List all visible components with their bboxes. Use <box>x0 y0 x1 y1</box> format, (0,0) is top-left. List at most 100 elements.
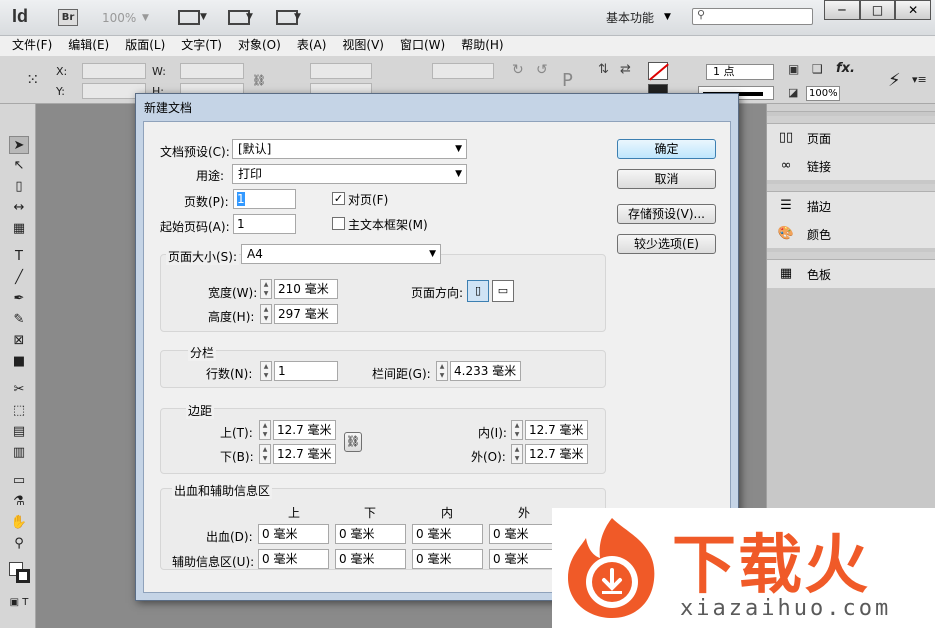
scale-x-field[interactable] <box>310 63 372 79</box>
opacity-field[interactable]: 100% <box>806 86 840 101</box>
columns-count-stepper[interactable]: ▲ ▼ <box>260 361 272 381</box>
rectangle-frame-tool-icon[interactable]: ⊠ <box>9 332 29 350</box>
panel-grip[interactable] <box>767 116 935 124</box>
slug-inside-input[interactable]: 0 毫米 <box>412 549 483 569</box>
landscape-orientation-icon[interactable]: ▭ <box>492 280 514 302</box>
fill-stroke-swatches-icon[interactable] <box>9 562 31 584</box>
master-text-frame-checkbox[interactable] <box>332 217 345 230</box>
reference-point-icon[interactable]: ⁙ <box>26 70 39 89</box>
menu-window[interactable]: 窗口(W) <box>392 36 453 56</box>
panel-menu-icon[interactable]: ▾≡ <box>912 73 927 86</box>
lightning-icon[interactable]: ⚡ <box>888 70 901 91</box>
effects-icon[interactable]: ▣ <box>788 62 799 76</box>
margin-inside-stepper[interactable]: ▲ ▼ <box>511 420 523 440</box>
paragraph-icon[interactable]: P <box>562 70 573 91</box>
flip-icon[interactable]: ⇅ <box>598 62 609 77</box>
direct-selection-tool-icon[interactable]: ↖ <box>9 157 29 175</box>
portrait-orientation-icon[interactable]: ▯ <box>467 280 489 302</box>
page-size-select[interactable]: A4 ▼ <box>241 244 441 264</box>
margin-top-input[interactable]: 12.7 毫米 <box>273 420 336 440</box>
panel-grip[interactable] <box>767 184 935 192</box>
panel-swatches[interactable]: ▦ 色板 <box>767 260 935 288</box>
link-margins-icon[interactable]: ⛓ <box>344 432 362 452</box>
slug-outside-input[interactable]: 0 毫米 <box>489 549 560 569</box>
rotate-ccw-icon[interactable]: ↺ <box>536 62 548 78</box>
height-input[interactable]: 297 毫米 <box>274 304 338 324</box>
margin-outside-input[interactable]: 12.7 毫米 <box>525 444 588 464</box>
fx-icon[interactable]: fx. <box>836 61 855 76</box>
menu-edit[interactable]: 编辑(E) <box>60 36 117 56</box>
bleed-top-input[interactable]: 0 毫米 <box>258 524 329 544</box>
gutter-input[interactable]: 4.233 毫米 <box>450 361 521 381</box>
bridge-button[interactable]: Br <box>58 9 78 26</box>
zoom-tool-icon[interactable]: ⚲ <box>9 535 29 553</box>
menu-view[interactable]: 视图(V) <box>334 36 392 56</box>
width-stepper[interactable]: ▲ ▼ <box>260 279 272 299</box>
zoom-level[interactable]: 100% <box>102 11 136 25</box>
chevron-down-icon[interactable]: ▼ <box>294 12 301 22</box>
constrain-icon[interactable]: ⛓ <box>252 74 266 87</box>
panel-dock-header[interactable] <box>767 104 935 112</box>
margin-inside-input[interactable]: 12.7 毫米 <box>525 420 588 440</box>
type-tool-icon[interactable]: T <box>9 248 29 266</box>
preset-select[interactable]: [默认] ▼ <box>232 139 467 159</box>
workspace-switcher[interactable]: 基本功能 <box>606 9 654 26</box>
menu-layout[interactable]: 版面(L) <box>117 36 173 56</box>
facing-pages-checkbox[interactable]: ✓ <box>332 192 345 205</box>
chevron-down-icon[interactable]: ▼ <box>246 12 253 22</box>
panel-links[interactable]: ∞ 链接 <box>767 152 935 180</box>
maximize-button[interactable]: □ <box>859 0 896 20</box>
content-collector-icon[interactable]: ▦ <box>9 220 29 238</box>
formatting-affects-container-icon[interactable]: ▣ T <box>9 594 29 612</box>
rectangle-tool-icon[interactable]: ■ <box>9 353 29 371</box>
menu-type[interactable]: 文字(T) <box>173 36 230 56</box>
hand-tool-icon[interactable]: ✋ <box>9 514 29 532</box>
pen-tool-icon[interactable]: ✒ <box>9 290 29 308</box>
menu-table[interactable]: 表(A) <box>289 36 335 56</box>
page-tool-icon[interactable]: ▯ <box>9 178 29 196</box>
minimize-button[interactable]: ─ <box>824 0 860 20</box>
close-button[interactable]: ✕ <box>895 0 932 20</box>
slug-bottom-input[interactable]: 0 毫米 <box>335 549 406 569</box>
rotate-field[interactable] <box>432 63 494 79</box>
chevron-down-icon[interactable]: ▼ <box>142 13 149 23</box>
pages-input[interactable]: 1 <box>233 189 296 209</box>
slug-top-input[interactable]: 0 毫米 <box>258 549 329 569</box>
stroke-weight-field[interactable]: 1 点 <box>706 64 774 80</box>
select-container-icon[interactable]: ⇄ <box>620 62 631 77</box>
start-page-input[interactable]: 1 <box>233 214 296 234</box>
cancel-button[interactable]: 取消 <box>617 169 716 189</box>
menu-help[interactable]: 帮助(H) <box>453 36 511 56</box>
panel-grip[interactable] <box>767 252 935 260</box>
panel-color[interactable]: 🎨 颜色 <box>767 220 935 248</box>
chevron-down-icon[interactable]: ▼ <box>200 12 207 22</box>
gutter-stepper[interactable]: ▲ ▼ <box>436 361 448 381</box>
panel-stroke[interactable]: ☰ 描边 <box>767 192 935 220</box>
fewer-options-button[interactable]: 较少选项(E) <box>617 234 716 254</box>
margin-top-stepper[interactable]: ▲ ▼ <box>259 420 271 440</box>
bleed-inside-input[interactable]: 0 毫米 <box>412 524 483 544</box>
selection-tool-icon[interactable]: ➤ <box>9 136 29 154</box>
gradient-feather-tool-icon[interactable]: ▥ <box>9 444 29 462</box>
save-preset-button[interactable]: 存储预设(V)... <box>617 204 716 224</box>
margin-bottom-stepper[interactable]: ▲ ▼ <box>259 444 271 464</box>
x-field[interactable] <box>82 63 146 79</box>
rotate-cw-icon[interactable]: ↻ <box>512 62 524 78</box>
search-input[interactable]: ⚲ <box>692 8 813 25</box>
columns-count-input[interactable]: 1 <box>274 361 338 381</box>
gradient-swatch-tool-icon[interactable]: ▤ <box>9 423 29 441</box>
intent-select[interactable]: 打印 ▼ <box>232 164 467 184</box>
bleed-outside-input[interactable]: 0 毫米 <box>489 524 560 544</box>
note-tool-icon[interactable]: ▭ <box>9 472 29 490</box>
view-options-icon[interactable] <box>178 10 200 25</box>
bleed-bottom-input[interactable]: 0 毫米 <box>335 524 406 544</box>
height-stepper[interactable]: ▲ ▼ <box>260 304 272 324</box>
line-tool-icon[interactable]: ╱ <box>9 269 29 287</box>
eyedropper-tool-icon[interactable]: ⚗ <box>9 493 29 511</box>
panel-pages[interactable]: ▯▯ 页面 <box>767 124 935 152</box>
scissors-tool-icon[interactable]: ✂ <box>9 381 29 399</box>
chevron-down-icon[interactable]: ▼ <box>664 12 671 22</box>
margin-outside-stepper[interactable]: ▲ ▼ <box>511 444 523 464</box>
opacity-icon[interactable]: ◪ <box>788 86 798 99</box>
fill-swatch-icon[interactable] <box>648 62 669 81</box>
